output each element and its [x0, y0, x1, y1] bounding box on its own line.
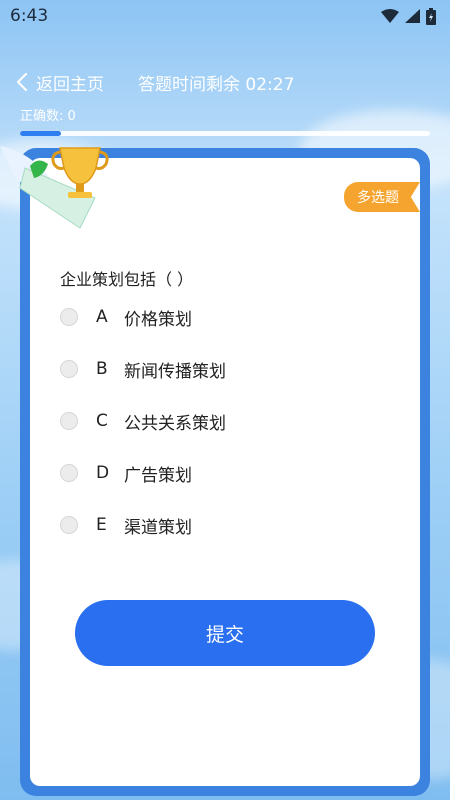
option-e[interactable]: E 渠道策划: [60, 499, 400, 551]
wifi-icon: [381, 9, 399, 23]
back-button[interactable]: 返回主页: [16, 70, 104, 95]
trophy-icon: [0, 146, 109, 229]
option-b-checkbox[interactable]: [60, 360, 78, 378]
correct-count: 正确数: 0: [20, 109, 76, 124]
back-label: 返回主页: [36, 74, 104, 95]
option-d[interactable]: D 广告策划: [60, 447, 400, 499]
option-c[interactable]: C 公共关系策划: [60, 395, 400, 447]
question-type-badge: 多选题: [344, 182, 420, 212]
submit-button[interactable]: 提交: [75, 600, 375, 666]
option-a-checkbox[interactable]: [60, 308, 78, 326]
battery-icon: [426, 7, 436, 25]
option-text: 广告策划: [124, 465, 192, 486]
status-bar: 6:43: [0, 0, 450, 32]
status-time: 6:43: [10, 6, 49, 26]
question-card: 多选题 企业策划包括（ ） A 价格策划 B 新闻传播策划 C 公共关系策划 D…: [20, 148, 430, 796]
question-text: 企业策划包括（ ）: [60, 270, 194, 289]
status-icons: [381, 7, 436, 25]
option-letter: E: [96, 515, 107, 535]
option-text: 公共关系策划: [124, 413, 226, 434]
signal-icon: [405, 9, 420, 23]
option-c-checkbox[interactable]: [60, 412, 78, 430]
back-chevron-icon: [16, 72, 28, 92]
countdown-timer: 答题时间剩余 02:27: [138, 74, 295, 95]
option-letter: A: [96, 307, 108, 327]
option-text: 渠道策划: [124, 517, 192, 538]
option-letter: B: [96, 359, 108, 379]
options-list: A 价格策划 B 新闻传播策划 C 公共关系策划 D 广告策划 E 渠道策划: [60, 291, 400, 551]
question-card-inner: 多选题 企业策划包括（ ） A 价格策划 B 新闻传播策划 C 公共关系策划 D…: [30, 158, 420, 786]
option-b[interactable]: B 新闻传播策划: [60, 343, 400, 395]
progress-bar: [20, 131, 430, 136]
option-d-checkbox[interactable]: [60, 464, 78, 482]
option-a[interactable]: A 价格策划: [60, 291, 400, 343]
option-text: 新闻传播策划: [124, 361, 226, 382]
option-text: 价格策划: [124, 309, 192, 330]
header: 返回主页 答题时间剩余 02:27: [0, 66, 450, 98]
option-letter: D: [96, 463, 110, 483]
option-letter: C: [96, 411, 108, 431]
option-e-checkbox[interactable]: [60, 516, 78, 534]
progress-fill: [20, 131, 61, 136]
